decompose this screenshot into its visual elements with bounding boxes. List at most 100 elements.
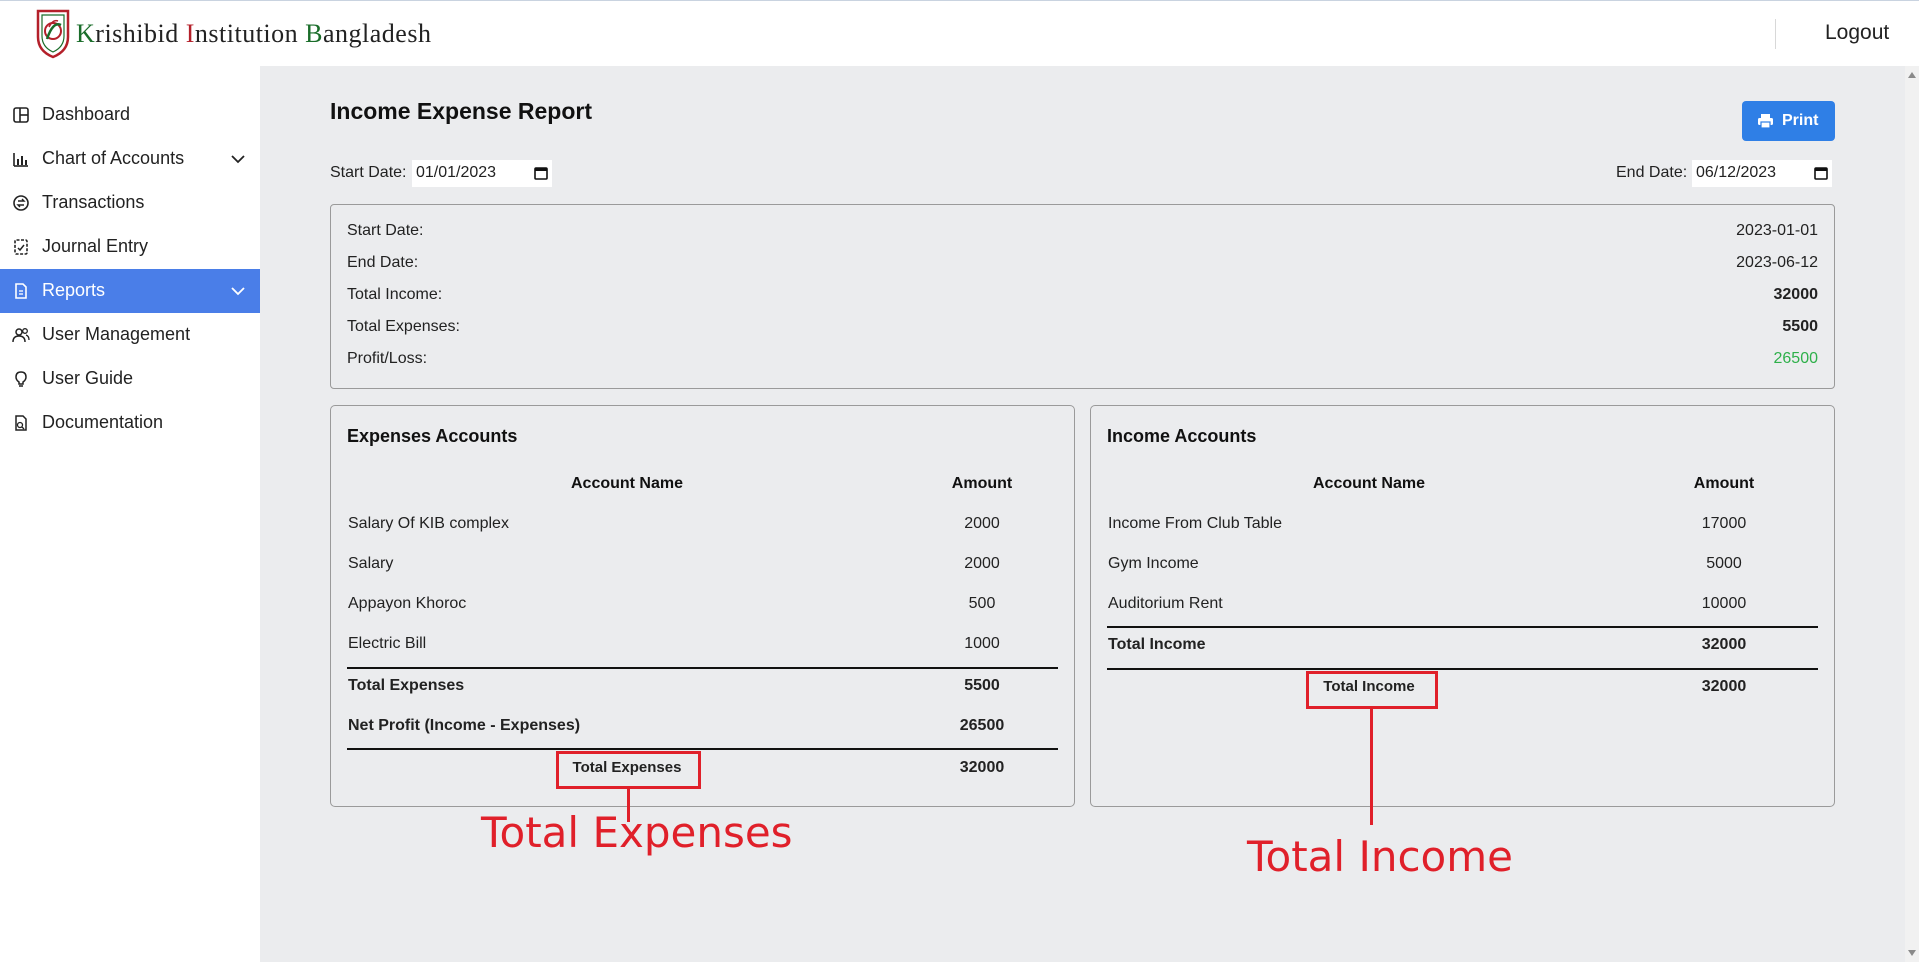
grand-total-income-value: 32000 [1701,678,1747,695]
expense-account-name: Electric Bill [348,635,427,652]
journal-icon [14,239,28,255]
end-date-input[interactable]: 06/12/2023 [1692,160,1832,187]
sidebar-item-user-management[interactable]: User Management [0,313,260,357]
calendar-icon[interactable] [534,166,548,180]
income-account-name: Auditorium Rent [1108,595,1223,612]
dashboard-icon [13,107,29,123]
scroll-down-arrow-icon[interactable] [1908,950,1916,956]
summary-row-total-expenses: Total Expenses: 5500 [347,316,1818,340]
summary-label: Start Date: [347,222,424,239]
summary-value: 5500 [1782,318,1818,335]
print-button-label: Print [1782,112,1819,129]
sidebar-item-user-guide[interactable]: User Guide [0,357,260,401]
table-divider [1107,626,1818,628]
institution-logo [36,9,70,59]
column-header-account-name: Account Name [1312,475,1426,492]
summary-value: 2023-06-12 [1736,254,1818,271]
page-title: Income Expense Report [330,98,593,124]
sidebar-item-label: Documentation [42,412,164,432]
lightbulb-icon [15,371,27,387]
chart-icon [13,153,28,167]
brand-name: Krishibid Institution Bangladesh [76,19,431,49]
expense-amount: 500 [968,595,996,612]
summary-value: 32000 [1773,286,1819,303]
total-income-callout-text: Total Income [1247,832,1513,881]
summary-value: 2023-01-01 [1736,222,1818,239]
table-divider [347,748,1058,750]
summary-row-profit-loss: Profit/Loss: 26500 [347,348,1818,372]
income-amount: 10000 [1701,595,1747,612]
income-panel: Income Accounts Account Name Amount Inco… [1090,405,1835,807]
sidebar-item-label: User Management [42,324,191,344]
summary-row-start-date: Start Date: 2023-01-01 [347,220,1818,244]
summary-card: Start Date: 2023-01-01 End Date: 2023-06… [330,204,1835,389]
sidebar-item-transactions[interactable]: Transactions [0,181,260,225]
chevron-down-icon [231,155,245,164]
table-divider [347,667,1058,669]
sidebar-item-chart-of-accounts[interactable]: Chart of Accounts [0,137,260,181]
documentation-icon [15,415,27,431]
start-date-label: Start Date: [330,164,407,181]
transactions-icon [13,195,29,211]
total-expenses-callout-text: Total Expenses [481,808,793,857]
print-button[interactable]: Print [1742,101,1835,141]
sidebar: Dashboard Chart of Accounts Transactions… [0,66,260,962]
panel-title: Income Accounts [1107,426,1257,446]
summary-label: Profit/Loss: [347,350,428,367]
income-account-name: Gym Income [1108,555,1199,572]
sidebar-item-journal-entry[interactable]: Journal Entry [0,225,260,269]
brand-initial-i: I [185,19,195,48]
net-profit-label: Net Profit (Income - Expenses) [348,717,581,734]
brand-text-1: rishibid [95,19,186,48]
sidebar-item-documentation[interactable]: Documentation [0,401,260,445]
income-account-name: Income From Club Table [1108,515,1282,532]
summary-row-total-income: Total Income: 32000 [347,284,1818,308]
sidebar-item-label: Reports [42,280,106,300]
summary-row-end-date: End Date: 2023-06-12 [347,252,1818,276]
expenses-panel: Expenses Accounts Account Name Amount Sa… [330,405,1075,807]
total-income-label: Total Income [1108,636,1206,653]
income-amount: 5000 [1706,555,1742,572]
sidebar-item-label: Journal Entry [42,236,149,256]
sidebar-item-label: User Guide [42,368,134,388]
printer-icon [1758,114,1773,129]
summary-label: Total Income: [347,286,443,303]
expense-amount: 2000 [964,515,1000,532]
expense-account-name: Salary [348,555,394,572]
sidebar-item-label: Chart of Accounts [42,148,185,168]
start-date-input[interactable]: 01/01/2023 [412,160,552,187]
sidebar-item-dashboard[interactable]: Dashboard [0,93,260,137]
summary-label: Total Expenses: [347,318,460,335]
expense-account-name: Salary Of KIB complex [348,515,509,532]
brand-initial-k: K [76,19,96,48]
calendar-icon[interactable] [1814,166,1828,180]
net-profit-value: 26500 [959,717,1005,734]
top-header: Krishibid Institution Bangladesh Logout [0,0,1919,66]
total-expenses-value: 5500 [964,677,1000,694]
income-amount: 17000 [1701,515,1747,532]
sidebar-item-reports[interactable]: Reports [0,269,260,313]
column-header-amount: Amount [1693,475,1755,492]
page-scrollbar[interactable] [1905,66,1919,962]
expense-amount: 1000 [964,635,1000,652]
header-divider [1775,19,1776,49]
brand-text-2: nstitution [194,19,306,48]
summary-label: End Date: [347,254,419,271]
reports-icon [15,283,27,299]
users-icon [12,328,30,343]
chevron-down-icon [231,287,245,296]
column-header-amount: Amount [951,475,1013,492]
total-expenses-label: Total Expenses [348,677,465,694]
brand-text-3: angladesh [323,19,432,48]
table-divider [1107,668,1818,670]
scroll-up-arrow-icon[interactable] [1908,72,1916,78]
logout-link[interactable]: Logout [1825,21,1889,45]
grand-total-expenses-value: 32000 [959,759,1005,776]
sidebar-item-label: Dashboard [42,104,131,124]
expense-amount: 2000 [964,555,1000,572]
summary-value: 26500 [1773,350,1819,367]
total-income-callout-line [1370,709,1373,825]
brand-initial-b: B [305,19,323,48]
total-income-highlight-box [1306,671,1438,709]
end-date-value: 06/12/2023 [1696,164,1777,181]
